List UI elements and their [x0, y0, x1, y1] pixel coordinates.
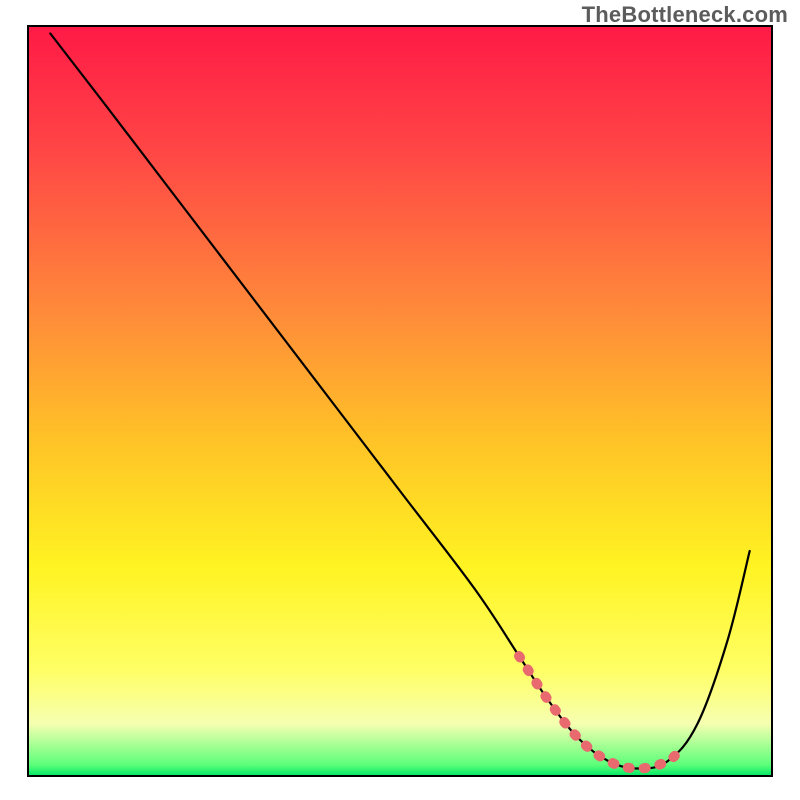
gradient-background [28, 26, 772, 776]
watermark-text: TheBottleneck.com [582, 2, 788, 28]
bottleneck-chart [0, 0, 800, 800]
chart-frame: TheBottleneck.com [0, 0, 800, 800]
